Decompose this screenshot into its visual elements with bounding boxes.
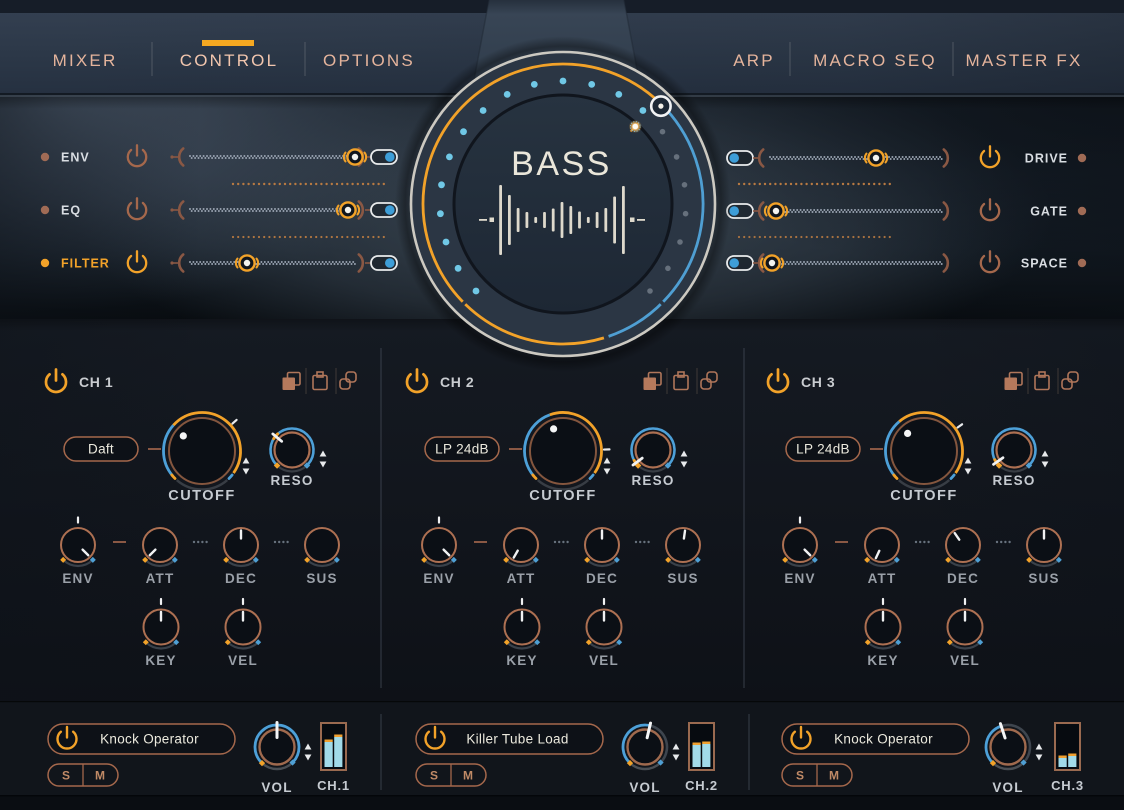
svg-text:DEC: DEC xyxy=(586,571,618,586)
svg-text:VOL: VOL xyxy=(992,780,1023,795)
svg-text:ENV: ENV xyxy=(61,151,90,165)
svg-text:VOL: VOL xyxy=(261,780,292,795)
svg-text:DEC: DEC xyxy=(947,571,979,586)
svg-text:CONTROL: CONTROL xyxy=(180,51,279,70)
svg-text:SUS: SUS xyxy=(306,571,337,586)
svg-text:VOL: VOL xyxy=(629,780,660,795)
svg-text:Killer Tube Load: Killer Tube Load xyxy=(466,732,568,747)
svg-text:S: S xyxy=(62,769,70,783)
svg-text:ENV: ENV xyxy=(423,571,454,586)
svg-text:VEL: VEL xyxy=(228,653,258,668)
svg-text:ATT: ATT xyxy=(868,571,897,586)
svg-text:ENV: ENV xyxy=(784,571,815,586)
svg-text:Daft: Daft xyxy=(88,442,114,457)
svg-text:Knock Operator: Knock Operator xyxy=(834,732,933,747)
svg-text:ARP: ARP xyxy=(733,51,775,70)
svg-text:DRIVE: DRIVE xyxy=(1025,152,1068,166)
svg-text:KEY: KEY xyxy=(867,653,898,668)
svg-text:MIXER: MIXER xyxy=(53,51,118,70)
svg-text:RESO: RESO xyxy=(270,473,313,488)
svg-text:ATT: ATT xyxy=(507,571,536,586)
svg-text:ENV: ENV xyxy=(62,571,93,586)
svg-text:CH.1: CH.1 xyxy=(317,778,350,793)
svg-text:VEL: VEL xyxy=(589,653,619,668)
svg-text:BASS: BASS xyxy=(511,145,612,183)
svg-text:S: S xyxy=(796,769,804,783)
svg-text:SPACE: SPACE xyxy=(1021,257,1068,271)
svg-text:CH.2: CH.2 xyxy=(685,778,718,793)
svg-text:OPTIONS: OPTIONS xyxy=(323,51,415,70)
svg-text:M: M xyxy=(463,769,473,783)
svg-text:GATE: GATE xyxy=(1030,205,1068,219)
svg-text:CH 2: CH 2 xyxy=(440,374,474,390)
svg-text:CUTOFF: CUTOFF xyxy=(529,488,597,504)
svg-text:SUS: SUS xyxy=(1028,571,1059,586)
svg-text:VEL: VEL xyxy=(950,653,980,668)
svg-text:M: M xyxy=(95,769,105,783)
svg-text:S: S xyxy=(430,769,438,783)
svg-text:CUTOFF: CUTOFF xyxy=(890,488,958,504)
svg-text:DEC: DEC xyxy=(225,571,257,586)
svg-text:KEY: KEY xyxy=(145,653,176,668)
svg-text:RESO: RESO xyxy=(992,473,1035,488)
svg-text:CH 3: CH 3 xyxy=(801,374,835,390)
svg-text:EQ: EQ xyxy=(61,204,81,218)
svg-text:RESO: RESO xyxy=(631,473,674,488)
svg-text:MASTER FX: MASTER FX xyxy=(965,51,1082,70)
svg-text:KEY: KEY xyxy=(506,653,537,668)
svg-text:FILTER: FILTER xyxy=(61,257,110,271)
svg-text:CUTOFF: CUTOFF xyxy=(168,488,236,504)
svg-text:CH 1: CH 1 xyxy=(79,374,113,390)
svg-text:LP 24dB: LP 24dB xyxy=(435,442,489,457)
svg-text:CH.3: CH.3 xyxy=(1051,778,1084,793)
svg-text:ATT: ATT xyxy=(146,571,175,586)
svg-text:SUS: SUS xyxy=(667,571,698,586)
svg-text:LP 24dB: LP 24dB xyxy=(796,442,850,457)
svg-text:M: M xyxy=(829,769,839,783)
svg-text:MACRO SEQ: MACRO SEQ xyxy=(813,51,937,70)
svg-text:Knock Operator: Knock Operator xyxy=(100,732,199,747)
